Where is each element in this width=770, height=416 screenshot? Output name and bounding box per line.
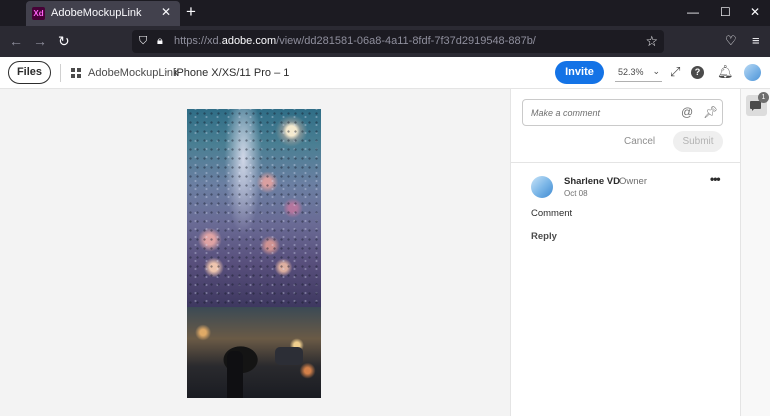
cancel-button[interactable]: Cancel: [624, 136, 655, 147]
files-button[interactable]: Files: [8, 61, 51, 84]
avatar: [531, 176, 553, 198]
rain-window-image: [187, 109, 321, 307]
shield-icon[interactable]: ⛉: [139, 35, 147, 48]
menu-icon[interactable]: ≡: [752, 33, 760, 48]
tab-title: AdobeMockupLink: [51, 7, 142, 19]
adobe-xd-icon: Xd: [32, 7, 45, 20]
minimize-icon[interactable]: —: [687, 5, 699, 19]
breadcrumb-artboard: iPhone X/XS/11 Pro – 1: [174, 67, 290, 79]
more-options-icon[interactable]: •••: [710, 172, 721, 186]
comment-placeholder: Make a comment: [531, 108, 601, 118]
avatar[interactable]: [744, 64, 761, 81]
back-icon[interactable]: ←: [9, 33, 23, 49]
new-tab-icon[interactable]: +: [186, 2, 196, 22]
comment-author: Sharlene VD: [564, 176, 620, 187]
invite-button[interactable]: Invite: [555, 61, 604, 84]
reply-button[interactable]: Reply: [531, 231, 557, 242]
grid-icon[interactable]: [71, 68, 81, 78]
bookmark-star-icon[interactable]: ☆: [645, 33, 658, 50]
street-umbrella-image: [187, 307, 321, 398]
chevron-down-icon: ⌄: [652, 66, 660, 76]
header-divider: [60, 64, 61, 82]
car-shape: [275, 347, 303, 365]
app-header: Files AdobeMockupLink › iPhone X/XS/11 P…: [0, 57, 770, 89]
panel-divider: [511, 162, 741, 163]
zoom-select[interactable]: 52.3% ⌄: [615, 63, 662, 82]
lock-icon[interactable]: 🔒︎: [157, 35, 163, 48]
maximize-icon[interactable]: ☐: [720, 5, 731, 19]
comment-role: Owner: [619, 176, 647, 187]
browser-tab-strip: Xd AdobeMockupLink ✕ + — ☐ ✕: [0, 0, 770, 26]
window-close-icon[interactable]: ✕: [750, 5, 760, 19]
submit-button[interactable]: Submit: [673, 131, 723, 152]
mention-icon[interactable]: @: [681, 105, 693, 119]
tab-close-icon[interactable]: ✕: [161, 5, 171, 19]
forward-icon[interactable]: →: [33, 33, 47, 49]
comment-input[interactable]: Make a comment @ 📌︎: [522, 99, 723, 126]
pocket-icon[interactable]: ♡: [725, 33, 737, 49]
bell-icon[interactable]: 🔔︎: [717, 65, 734, 79]
help-icon[interactable]: ?: [691, 66, 704, 79]
browser-tab[interactable]: Xd AdobeMockupLink ✕: [26, 1, 180, 26]
comments-panel: Make a comment @ 📌︎ Cancel Submit Sharle…: [510, 89, 741, 416]
chevron-right-icon: ›: [164, 66, 168, 78]
comment-text: Comment: [531, 208, 573, 219]
right-rail: 1: [740, 89, 770, 416]
zoom-value: 52.3%: [618, 67, 644, 77]
fullscreen-icon[interactable]: ⤢: [670, 65, 680, 79]
browser-nav-bar: ← → ↻ ⛉ 🔒︎ https://xd.adobe.com/view/dd2…: [0, 26, 770, 57]
artboard-canvas[interactable]: [0, 89, 510, 416]
url-bar[interactable]: ⛉ 🔒︎ https://xd.adobe.com/view/dd281581-…: [132, 30, 664, 53]
person-shape: [227, 351, 243, 398]
url-text[interactable]: https://xd.adobe.com/view/dd281581-06a8-…: [174, 35, 536, 47]
pin-icon[interactable]: 📌︎: [703, 105, 718, 119]
artboard-preview[interactable]: [187, 109, 321, 398]
comment-date: Oct 08: [564, 189, 588, 198]
comment-count-badge: 1: [758, 92, 769, 103]
reload-icon[interactable]: ↻: [58, 33, 70, 49]
comment-bubble-icon: [750, 101, 761, 111]
